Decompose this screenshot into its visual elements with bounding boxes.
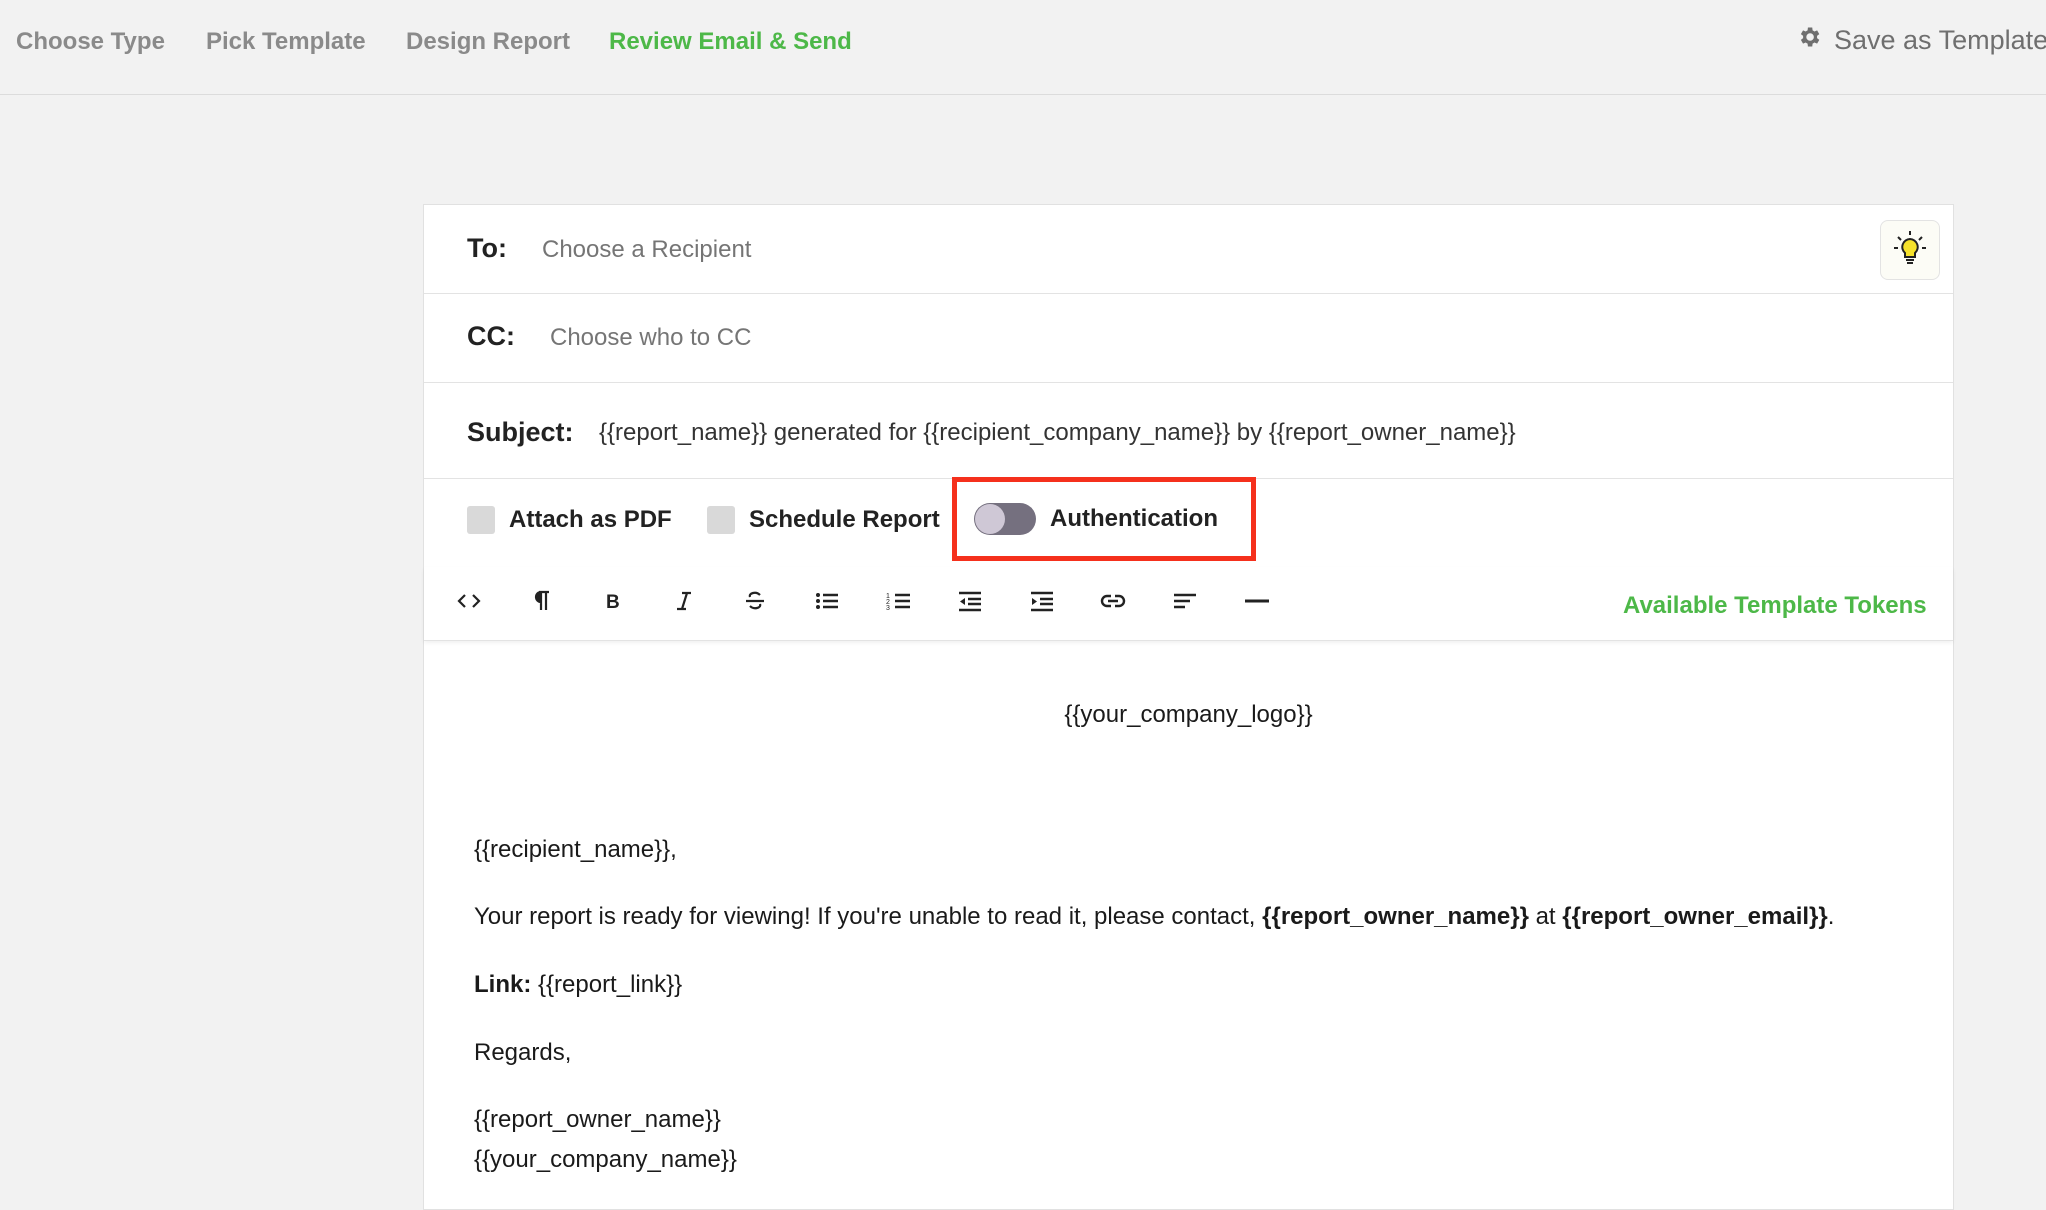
outdent-icon: [956, 587, 984, 621]
svg-text:B: B: [606, 592, 620, 613]
to-label: To:: [467, 233, 507, 263]
step-review-email-send[interactable]: Review Email & Send: [609, 28, 852, 56]
bullet-list-icon: [813, 587, 841, 621]
gear-icon: [1796, 24, 1822, 57]
message-prefix: Your report is ready for viewing! If you…: [474, 903, 1263, 930]
attach-pdf-label: Attach as PDF: [509, 506, 672, 533]
link-line: Link: {{report_link}}: [474, 971, 682, 999]
numbered-list-button[interactable]: 123: [879, 586, 919, 622]
outdent-button[interactable]: [950, 586, 990, 622]
link-label: Link:: [474, 971, 532, 998]
paragraph-button[interactable]: [521, 586, 561, 622]
step-choose-type[interactable]: Choose Type: [16, 28, 165, 56]
bold-icon: B: [598, 587, 626, 621]
strikethrough-icon: [741, 587, 769, 621]
cc-label: CC:: [467, 321, 515, 351]
top-navigation: Choose Type Pick Template Design Report …: [0, 0, 2046, 95]
options-row: Attach as PDF Schedule Report Authentica…: [424, 477, 1953, 567]
available-template-tokens-link[interactable]: Available Template Tokens: [1623, 592, 1927, 620]
bullet-list-button[interactable]: [807, 586, 847, 622]
attach-pdf-option[interactable]: Attach as PDF: [467, 506, 672, 534]
paragraph-icon: [527, 587, 555, 621]
horizontal-rule-icon: [1243, 587, 1271, 621]
lightbulb-icon: [1893, 229, 1927, 272]
step-pick-template[interactable]: Pick Template: [206, 28, 366, 56]
save-as-template-label: Save as Template: [1834, 25, 2046, 55]
to-recipient-input[interactable]: [542, 236, 1442, 264]
authentication-label: Authentication: [1050, 505, 1218, 532]
subject-label: Subject:: [467, 417, 574, 447]
schedule-report-label: Schedule Report: [749, 506, 940, 533]
step-design-report[interactable]: Design Report: [406, 28, 570, 56]
tips-button[interactable]: [1880, 220, 1940, 280]
schedule-report-option[interactable]: Schedule Report: [707, 506, 940, 534]
attach-pdf-checkbox[interactable]: [467, 506, 495, 534]
toggle-knob: [975, 504, 1005, 534]
cc-row: CC:: [424, 294, 1953, 383]
horizontal-rule-button[interactable]: [1237, 586, 1277, 622]
cc-input[interactable]: [550, 324, 1450, 352]
link-icon: [1099, 587, 1127, 621]
numbered-list-icon: 123: [885, 587, 913, 621]
link-button[interactable]: [1093, 586, 1133, 622]
italic-icon: [670, 587, 698, 621]
message-suffix: .: [1827, 903, 1835, 930]
indent-icon: [1028, 587, 1056, 621]
authentication-toggle[interactable]: [974, 503, 1036, 535]
align-left-button[interactable]: [1165, 586, 1205, 622]
italic-button[interactable]: [664, 586, 704, 622]
align-left-icon: [1171, 587, 1199, 621]
owner-email-token: {{report_owner_email}}: [1562, 903, 1828, 930]
company-logo-token: {{your_company_logo}}: [1064, 701, 1313, 728]
code-icon: [455, 587, 483, 621]
subject-input[interactable]: {{report_name}} generated for {{recipien…: [599, 419, 1516, 447]
owner-name-token: {{report_owner_name}}: [1262, 903, 1529, 930]
authentication-option[interactable]: Authentication: [974, 503, 1218, 535]
message-at: at: [1528, 903, 1563, 930]
strikethrough-button[interactable]: [735, 586, 775, 622]
subject-row: Subject: {{report_name}} generated for {…: [424, 383, 1953, 479]
bold-button[interactable]: B: [592, 586, 632, 622]
signature-name: {{report_owner_name}}: [474, 1106, 721, 1133]
indent-button[interactable]: [1022, 586, 1062, 622]
code-view-button[interactable]: [449, 586, 489, 622]
to-row: To:: [424, 205, 1953, 294]
report-link-token: {{report_link}}: [531, 971, 683, 998]
message-line: Your report is ready for viewing! If you…: [474, 903, 1834, 931]
signature-company: {{your_company_name}}: [474, 1146, 737, 1173]
save-as-template-button[interactable]: Save as Template: [1796, 24, 2046, 57]
regards-line: Regards,: [474, 1039, 572, 1066]
schedule-report-checkbox[interactable]: [707, 506, 735, 534]
greeting-line: {{recipient_name}},: [474, 836, 677, 863]
editor-toolbar: B 123 Available Template Tokens: [424, 567, 1953, 641]
email-composer-card: To: CC: Subject: {{report_na: [423, 204, 1954, 1210]
svg-text:3: 3: [886, 605, 890, 612]
